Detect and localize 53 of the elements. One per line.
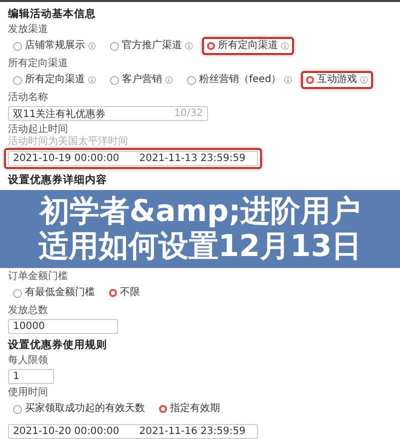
banner-title: 初学者&amp;进阶用户 (39, 194, 361, 229)
radio-button[interactable] (207, 42, 215, 50)
text-field[interactable]: 1 (8, 369, 54, 384)
info-icon[interactable] (284, 76, 292, 84)
character-counter: 10/32 (174, 108, 203, 119)
field-hint: 活动时间为美国太平洋时间 (8, 136, 129, 148)
start-date: 2021-10-20 00:00:00 (13, 426, 120, 437)
text-field[interactable]: 10000 (8, 319, 118, 334)
option-label: 不限 (120, 287, 140, 299)
radio-button[interactable] (306, 76, 314, 84)
info-icon[interactable] (165, 76, 173, 84)
radio-button[interactable] (13, 42, 22, 50)
field-label: 使用时间 (8, 387, 49, 399)
info-icon[interactable] (281, 42, 289, 50)
date-range-field[interactable]: 2021-10-19 00:00:00 2021-11-13 23:59:59 (8, 151, 258, 166)
option-label: 买家领取成功起的有效天数 (25, 403, 145, 415)
field-label: 所有定向渠道 (8, 58, 69, 70)
option-label: 客户营销 (122, 74, 162, 86)
section-heading: 设置优惠券使用规则 (8, 339, 108, 352)
option-label: 有最低金额门槛 (25, 287, 95, 299)
field-label: 发放总数 (8, 305, 49, 317)
field-label: 每人限领 (8, 355, 49, 367)
info-icon[interactable] (360, 76, 368, 84)
option-label: 指定有效期 (170, 403, 220, 415)
field-label: 发放渠道 (8, 24, 49, 36)
section-heading: 设置优惠券详细内容 (8, 174, 108, 187)
radio-button[interactable] (13, 404, 22, 414)
field-label: 订单金额门槛 (8, 271, 69, 283)
radio-button[interactable] (110, 42, 119, 50)
info-icon[interactable] (88, 42, 96, 50)
radio-button[interactable] (13, 288, 22, 298)
field-label: 活动名称 (8, 92, 49, 104)
info-icon[interactable] (185, 42, 193, 50)
end-date: 2021-11-13 23:59:59 (139, 153, 246, 164)
radio-button[interactable] (110, 76, 119, 84)
option-label: 所有定向渠道 (218, 40, 278, 52)
option-label: 粉丝营销（feed） (199, 74, 282, 86)
radio-button[interactable] (159, 405, 167, 413)
option-label: 互动游戏 (317, 74, 358, 86)
end-date: 2021-11-16 23:59:59 (139, 426, 246, 437)
option-label: 店铺常规展示 (25, 40, 85, 52)
option-label: 官方推广渠道 (122, 40, 182, 52)
radio-button[interactable] (187, 76, 196, 84)
option-label: 所有定向渠道 (25, 74, 85, 86)
section-heading: 编辑活动基本信息 (8, 8, 97, 21)
text-field[interactable]: 双11关注有礼优惠券 10/32 (8, 106, 208, 121)
info-icon[interactable] (88, 76, 96, 84)
field-label: 活动起止时间 (8, 124, 69, 136)
radio-button[interactable] (13, 76, 22, 84)
start-date: 2021-10-19 00:00:00 (13, 153, 120, 164)
radio-button[interactable] (109, 289, 117, 297)
date-range-field[interactable]: 2021-10-20 00:00:00 2021-11-16 23:59:59 (8, 424, 258, 439)
banner-title: 适用如何设置12月13日 (38, 229, 362, 264)
